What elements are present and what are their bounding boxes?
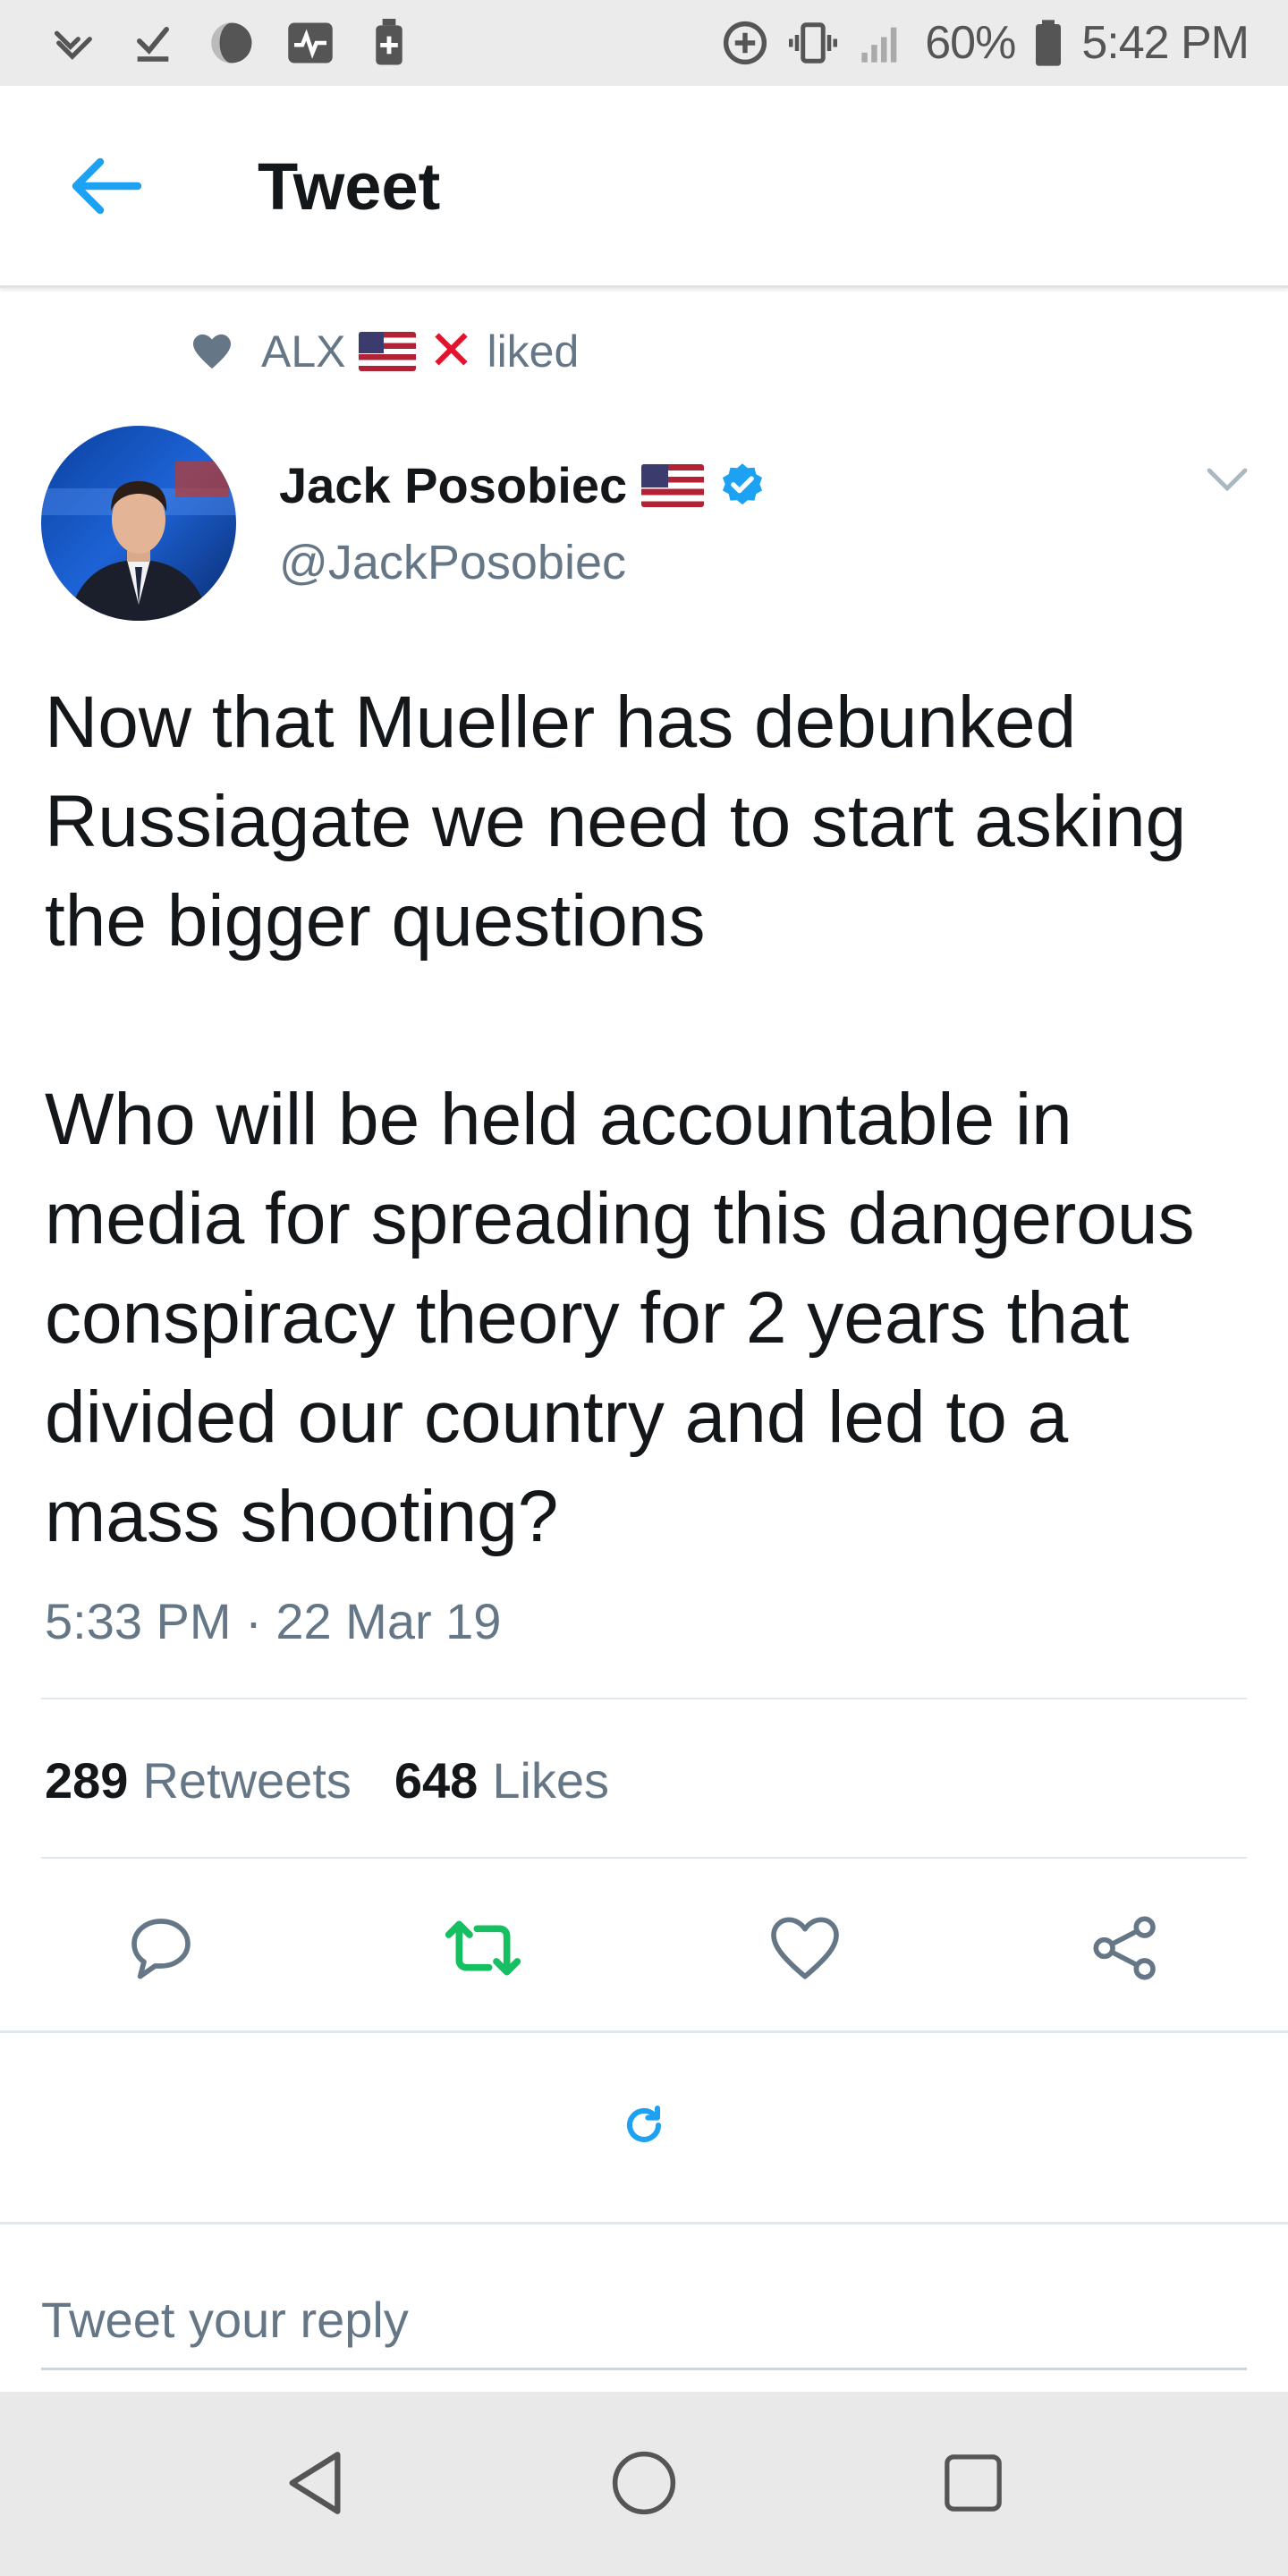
data-saver-icon <box>721 19 769 67</box>
retweets-count: 289 <box>45 1752 129 1809</box>
divider <box>0 2222 1288 2224</box>
system-nav-bar <box>0 2392 1288 2576</box>
heart-icon <box>191 333 233 370</box>
author-handle[interactable]: @JackPosobiec <box>279 535 626 590</box>
refresh-icon <box>623 2104 665 2147</box>
divider <box>0 2030 1288 2033</box>
tweet-detail-screen: 60% 5:42 PM Tweet ALX ✕ liked Jack Posob… <box>0 0 1288 2576</box>
page-title: Tweet <box>258 149 441 224</box>
status-bar: 60% 5:42 PM <box>0 0 1288 86</box>
tweet-actions <box>0 1905 1288 1991</box>
battery-plus-icon <box>365 19 413 67</box>
share-icon <box>1089 1912 1161 1984</box>
vibrate-icon <box>789 19 838 67</box>
reply-button[interactable] <box>118 1905 204 1991</box>
us-flag-icon <box>641 463 705 507</box>
nav-back-button[interactable] <box>272 2440 358 2526</box>
likes-label: Likes <box>492 1752 610 1809</box>
reply-input[interactable] <box>41 2272 1247 2370</box>
like-button[interactable] <box>762 1905 848 1991</box>
likes-stat[interactable]: 648 Likes <box>394 1751 609 1809</box>
battery-percent: 60% <box>925 17 1016 69</box>
nav-home-button[interactable] <box>601 2440 687 2526</box>
share-button[interactable] <box>1082 1905 1168 1991</box>
download-done-icon <box>129 19 177 67</box>
tweet-timestamp: 5:33 PM · 22 Mar 19 <box>45 1593 502 1649</box>
chevron-down-icon <box>1206 466 1249 493</box>
nav-recents-button[interactable] <box>930 2440 1016 2526</box>
refresh-button[interactable] <box>617 2098 671 2152</box>
status-right-icons: 60% 5:42 PM <box>721 16 1250 70</box>
divider <box>41 1698 1247 1699</box>
retweets-stat[interactable]: 289 Retweets <box>45 1751 352 1809</box>
engagement-stats: 289 Retweets 648 Likes <box>45 1751 609 1809</box>
liked-by-name: ALX <box>261 326 346 377</box>
back-triangle-icon <box>284 2449 346 2517</box>
reply-icon <box>125 1912 197 1984</box>
retweet-icon <box>443 1912 523 1984</box>
status-left-icons <box>50 19 413 67</box>
tweet-options-button[interactable] <box>1199 454 1256 504</box>
social-context[interactable]: ALX ✕ liked <box>191 324 579 379</box>
clock: 5:42 PM <box>1081 17 1250 69</box>
author-name[interactable]: Jack Posobiec <box>279 456 767 514</box>
missed-call-icon <box>50 19 98 67</box>
recents-square-icon <box>942 2452 1004 2514</box>
back-button[interactable] <box>64 150 147 225</box>
red-x-icon: ✕ <box>428 320 475 382</box>
like-icon <box>769 1914 841 1982</box>
verified-badge-icon <box>718 462 767 510</box>
app-bar: Tweet <box>0 86 1288 288</box>
avatar[interactable] <box>41 426 236 621</box>
divider <box>41 1857 1247 1859</box>
retweet-button[interactable] <box>440 1905 526 1991</box>
activity-icon <box>286 19 335 67</box>
home-circle-icon <box>611 2450 677 2516</box>
arrow-left-icon <box>68 154 143 223</box>
do-not-disturb-icon <box>208 19 256 67</box>
liked-suffix: liked <box>487 326 580 377</box>
us-flag-icon <box>358 332 416 371</box>
battery-icon <box>1035 19 1062 67</box>
tweet-text: Now that Mueller has debunked Russiagate… <box>45 682 1195 1557</box>
signal-icon <box>857 19 905 67</box>
likes-count: 648 <box>394 1752 479 1809</box>
author-name-text: Jack Posobiec <box>279 457 628 513</box>
retweets-label: Retweets <box>142 1752 352 1809</box>
